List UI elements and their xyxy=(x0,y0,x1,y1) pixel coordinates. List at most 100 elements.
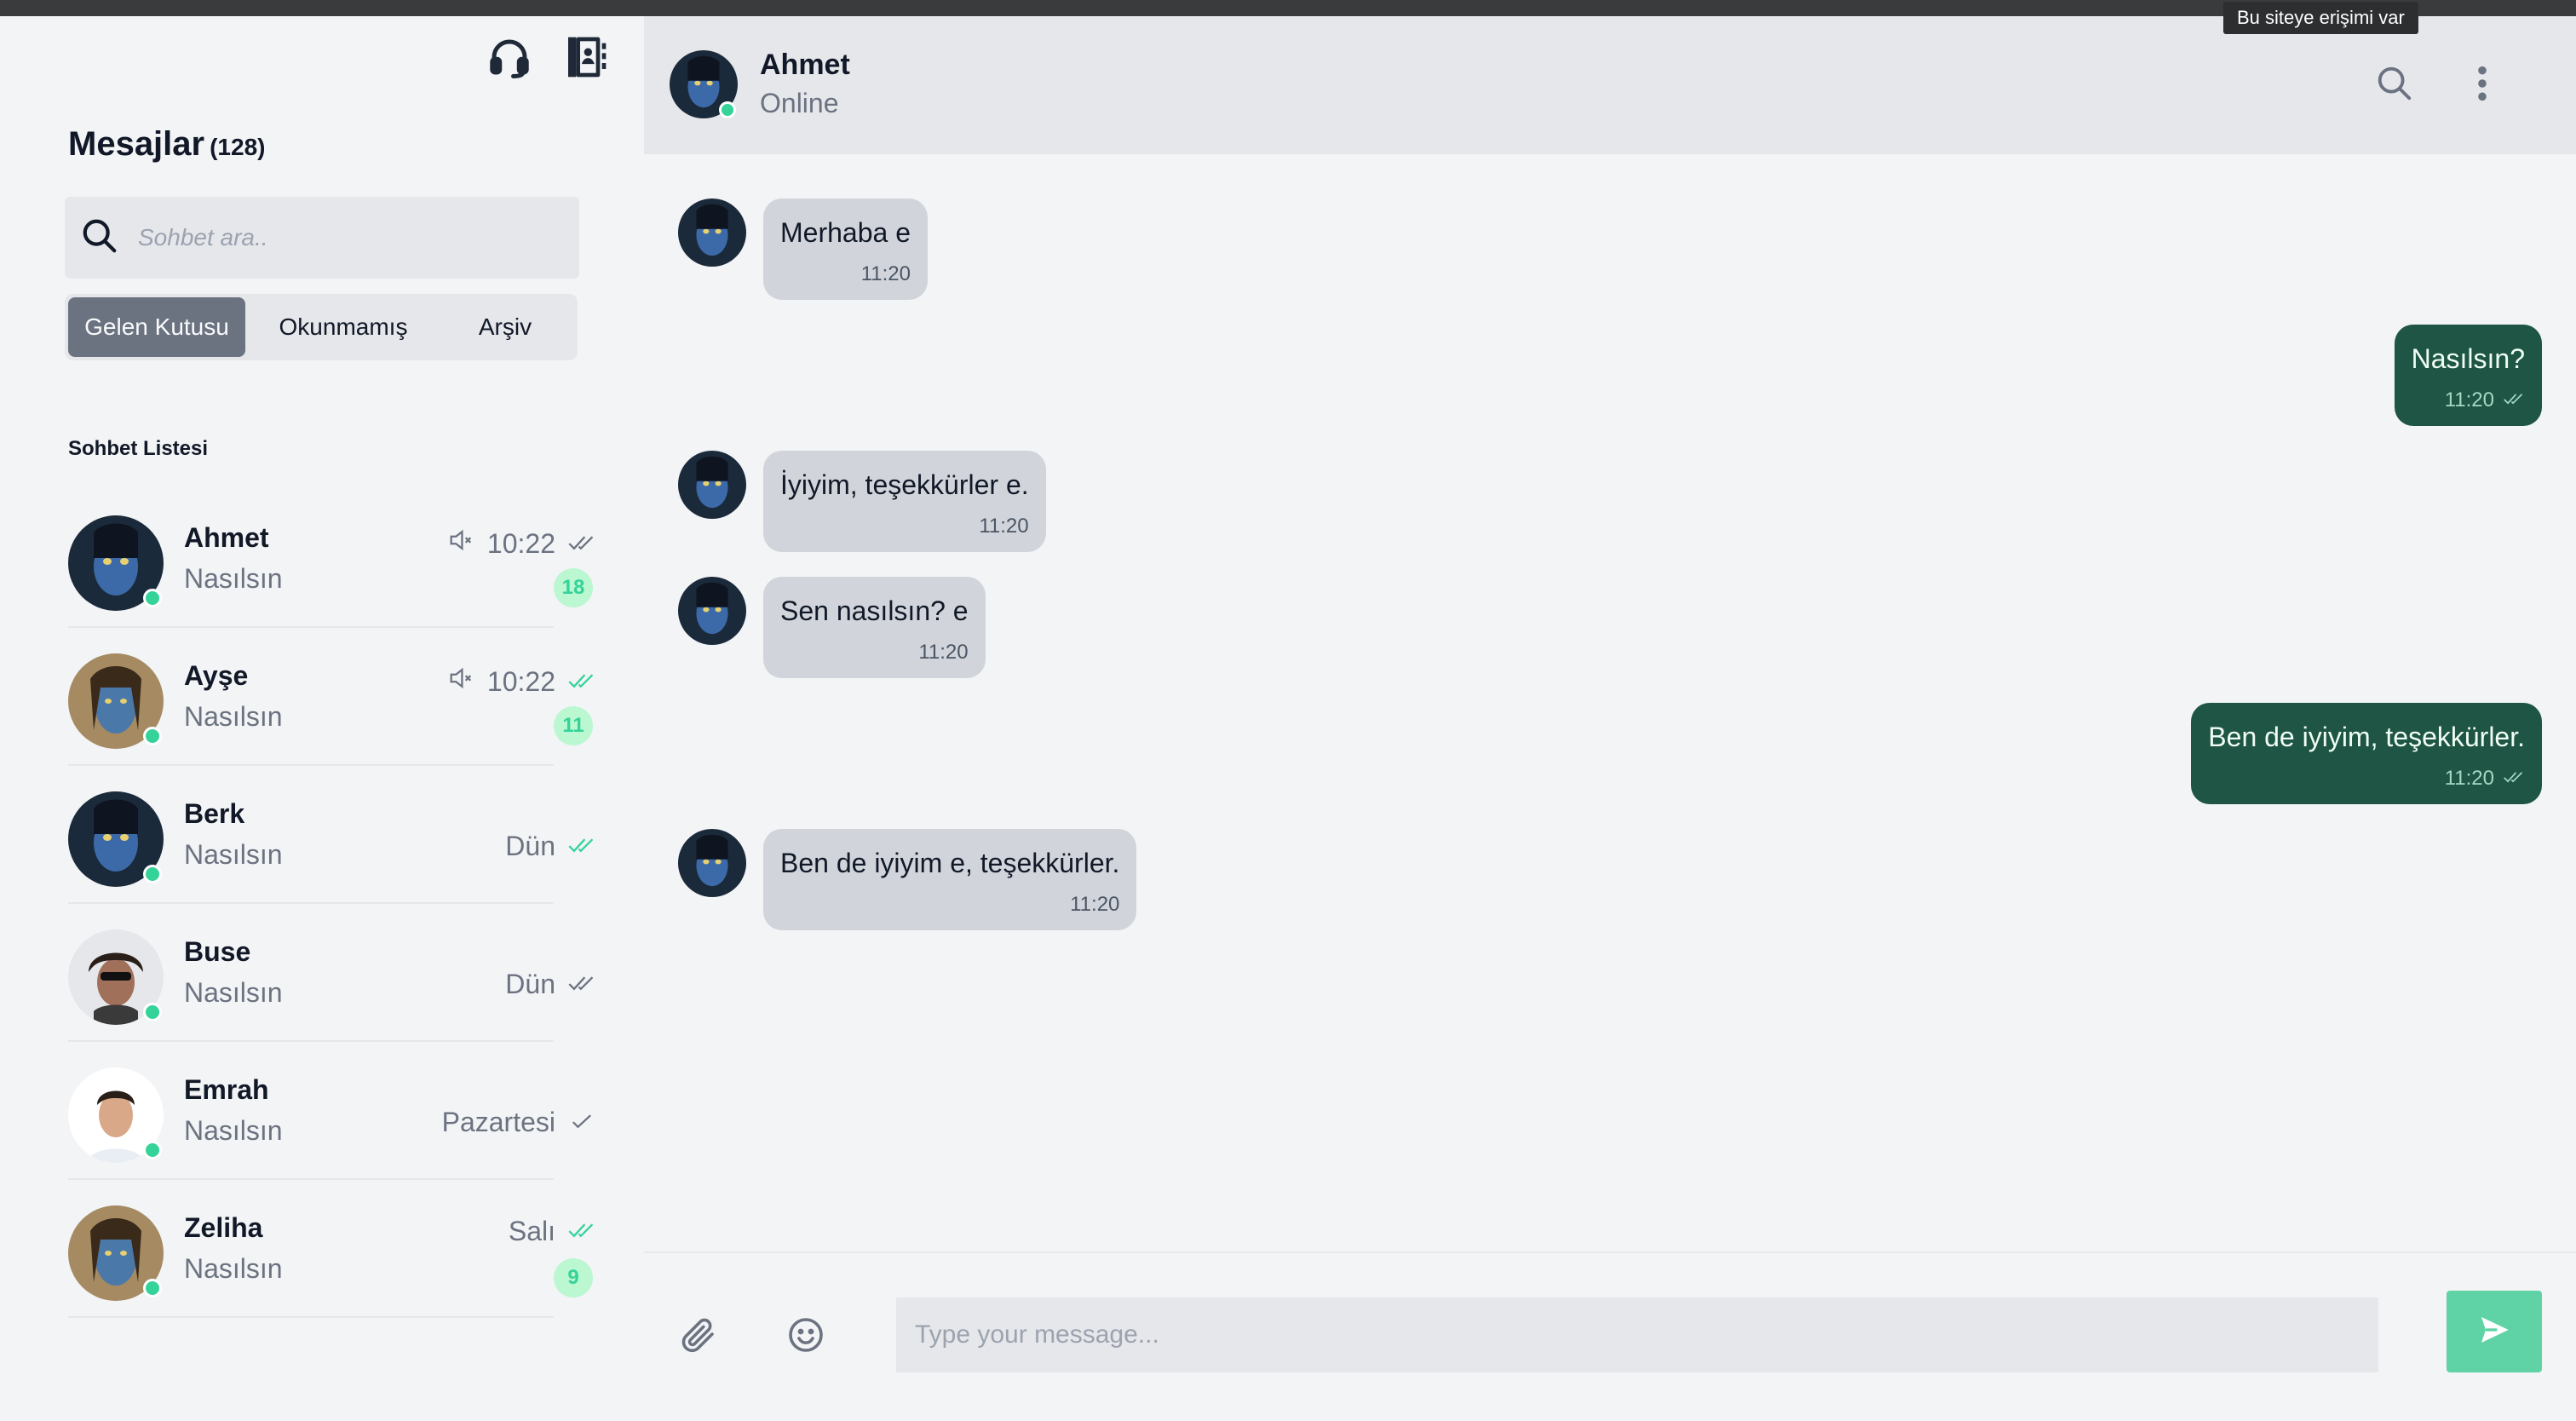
message-text: İyiyim, teşekkürler e. xyxy=(780,469,1029,500)
message-bubble[interactable]: Nasılsın? 11:20 xyxy=(2394,325,2542,426)
chat-search[interactable] xyxy=(65,197,579,279)
avatar xyxy=(678,451,746,519)
message-text: Nasılsın? xyxy=(2411,343,2525,374)
message-incoming: Merhaba e 11:20 xyxy=(678,198,928,300)
last-message: Nasılsın xyxy=(184,563,283,594)
message-bubble[interactable]: Sen nasılsın? e 11:20 xyxy=(763,577,986,678)
chat-meta: Salı xyxy=(509,1216,596,1247)
chat-meta: 10:22 xyxy=(446,526,596,561)
avatar xyxy=(678,577,746,645)
unread-badge: 18 xyxy=(554,568,593,607)
unread-badge: 11 xyxy=(554,706,593,745)
message-time-row: 11:20 xyxy=(2208,767,2525,791)
double-check-icon xyxy=(567,969,596,1000)
contacts-book-icon[interactable] xyxy=(562,33,610,81)
message-time: 11:20 xyxy=(979,515,1029,538)
message-text: Ben de iyiyim e, teşekkürler. xyxy=(780,848,1120,878)
sidebar-toolbar xyxy=(486,33,610,81)
chat-list: Ahmet Nasılsın 10:22 18 Ayşe Nasılsın 10… xyxy=(68,490,596,1318)
double-check-icon xyxy=(567,528,596,560)
message-list: Merhaba e 11:20 Nasılsın? 11:20 İyiyim, … xyxy=(644,154,2576,1253)
conversation-panel: Ahmet Online Merhaba e 11:20 Nasılsın? 1… xyxy=(644,16,2576,1421)
search-icon xyxy=(80,216,119,260)
browser-top-bar xyxy=(0,0,2576,16)
message-outgoing: Ben de iyiyim, teşekkürler. 11:20 xyxy=(2191,703,2542,804)
more-vertical-icon[interactable] xyxy=(2474,64,2491,107)
chat-item-emrah[interactable]: Emrah Nasılsın Pazartesi xyxy=(68,1042,591,1180)
search-icon[interactable] xyxy=(2375,64,2414,107)
tab-inbox[interactable]: Gelen Kutusu xyxy=(68,297,245,357)
message-text: Sen nasılsın? e xyxy=(780,595,969,626)
chat-item-ahmet[interactable]: Ahmet Nasılsın 10:22 18 xyxy=(68,490,594,628)
double-check-icon xyxy=(567,1216,596,1247)
chat-meta: Dün xyxy=(505,969,596,1000)
chat-meta: Dün xyxy=(505,831,596,862)
headset-icon[interactable] xyxy=(486,33,533,81)
page-title-text: Mesajlar xyxy=(68,125,205,163)
chat-time: Dün xyxy=(505,969,555,999)
message-text: Ben de iyiyim, teşekkürler. xyxy=(2208,722,2525,752)
message-composer xyxy=(644,1251,2576,1421)
message-time: 11:20 xyxy=(860,262,911,285)
contact-name: Buse xyxy=(184,936,251,967)
double-check-icon xyxy=(2503,767,2525,791)
last-message: Nasılsın xyxy=(184,977,283,1008)
chat-list-title: Sohbet Listesi xyxy=(68,437,209,460)
online-indicator xyxy=(143,865,162,883)
message-text: Merhaba e xyxy=(780,217,911,248)
chat-time: Pazartesi xyxy=(441,1107,555,1137)
chat-item-berk[interactable]: Berk Nasılsın Dün xyxy=(68,766,594,904)
message-time-row: 11:20 xyxy=(2412,388,2525,412)
message-incoming: Ben de iyiyim e, teşekkürler. 11:20 xyxy=(678,829,1137,930)
chat-meta: Pazartesi xyxy=(442,1107,596,1138)
last-message: Nasılsın xyxy=(184,1253,283,1284)
page-title: Mesajlar (128) xyxy=(68,125,265,164)
tab-unread[interactable]: Okunmamış xyxy=(245,297,441,357)
chat-time: 10:22 xyxy=(486,665,555,697)
double-check-icon xyxy=(567,831,596,862)
emoji-icon[interactable] xyxy=(785,1315,826,1360)
message-bubble[interactable]: Merhaba e 11:20 xyxy=(763,198,928,300)
message-count: (128) xyxy=(210,134,266,160)
chat-time: Salı xyxy=(508,1216,555,1246)
message-bubble[interactable]: İyiyim, teşekkürler e. 11:20 xyxy=(763,451,1046,552)
mute-icon xyxy=(446,526,475,561)
message-input[interactable] xyxy=(896,1297,2378,1372)
message-incoming: Sen nasılsın? e 11:20 xyxy=(678,577,986,678)
last-message: Nasılsın xyxy=(184,839,283,870)
send-button[interactable] xyxy=(2447,1291,2542,1372)
message-time: 11:20 xyxy=(2444,388,2494,411)
inbox-tabs: Gelen Kutusu Okunmamış Arşiv xyxy=(65,294,578,360)
chat-item-buse[interactable]: Buse Nasılsın Dün xyxy=(68,904,594,1042)
contact-name: Emrah xyxy=(184,1074,269,1105)
tab-archive[interactable]: Arşiv xyxy=(441,297,569,357)
chat-item-ayse[interactable]: Ayşe Nasılsın 10:22 11 xyxy=(68,628,594,766)
double-check-icon xyxy=(567,666,596,698)
send-icon xyxy=(2477,1313,2511,1351)
contact-name: Ahmet xyxy=(760,49,850,81)
avatar xyxy=(678,198,746,267)
contact-name: Zeliha xyxy=(184,1212,263,1243)
chat-time: Dün xyxy=(505,831,555,861)
online-indicator xyxy=(719,101,736,118)
chat-meta: 10:22 xyxy=(446,664,596,699)
online-indicator xyxy=(143,1279,162,1297)
contact-name: Ayşe xyxy=(184,660,249,691)
last-message: Nasılsın xyxy=(184,1115,283,1146)
avatar xyxy=(678,829,746,897)
double-check-icon xyxy=(2503,388,2525,412)
site-access-tooltip: Bu siteye erişimi var xyxy=(2223,2,2418,34)
message-bubble[interactable]: Ben de iyiyim e, teşekkürler. 11:20 xyxy=(763,829,1137,930)
chat-time: 10:22 xyxy=(486,527,555,559)
last-message: Nasılsın xyxy=(184,701,283,732)
message-bubble[interactable]: Ben de iyiyim, teşekkürler. 11:20 xyxy=(2191,703,2542,804)
single-check-icon xyxy=(567,1107,596,1138)
unread-badge: 9 xyxy=(554,1258,593,1297)
chat-item-zeliha[interactable]: Zeliha Nasılsın Salı 9 xyxy=(68,1180,594,1318)
conversation-header: Ahmet Online xyxy=(644,16,2576,154)
message-time: 11:20 xyxy=(918,641,969,664)
online-indicator xyxy=(143,589,162,607)
message-outgoing: Nasılsın? 11:20 xyxy=(2394,325,2542,426)
paperclip-icon[interactable] xyxy=(678,1315,719,1360)
search-input[interactable] xyxy=(138,224,547,251)
